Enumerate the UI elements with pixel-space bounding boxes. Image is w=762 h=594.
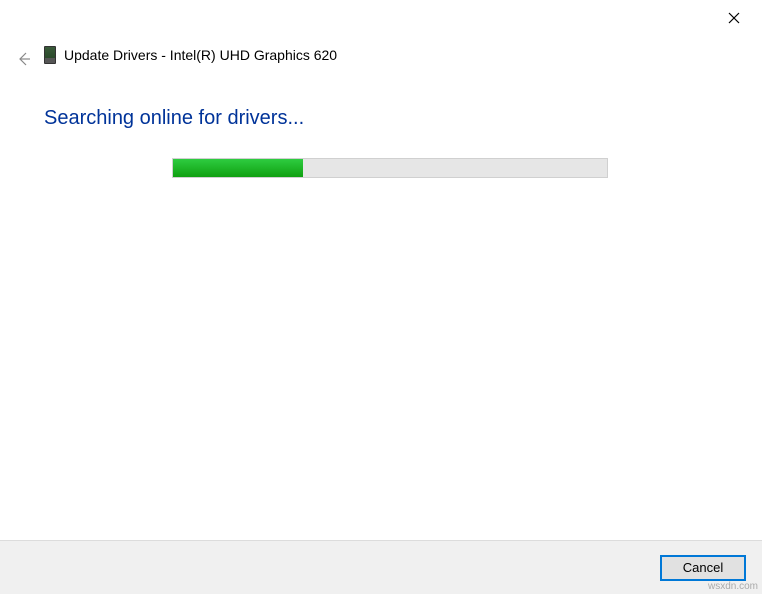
- progress-bar: [172, 158, 608, 178]
- device-icon: [44, 46, 56, 64]
- close-button[interactable]: [724, 8, 744, 28]
- status-message: Searching online for drivers...: [44, 107, 304, 130]
- back-button[interactable]: [14, 49, 34, 69]
- dialog-header: Update Drivers - Intel(R) UHD Graphics 6…: [44, 46, 337, 64]
- progress-fill: [173, 159, 303, 177]
- cancel-button[interactable]: Cancel: [660, 555, 746, 581]
- close-icon: [728, 12, 740, 24]
- dialog-title: Update Drivers - Intel(R) UHD Graphics 6…: [64, 47, 337, 63]
- back-arrow-icon: [16, 51, 32, 67]
- watermark: wsxdn.com: [708, 581, 758, 592]
- dialog-footer: Cancel: [0, 540, 762, 594]
